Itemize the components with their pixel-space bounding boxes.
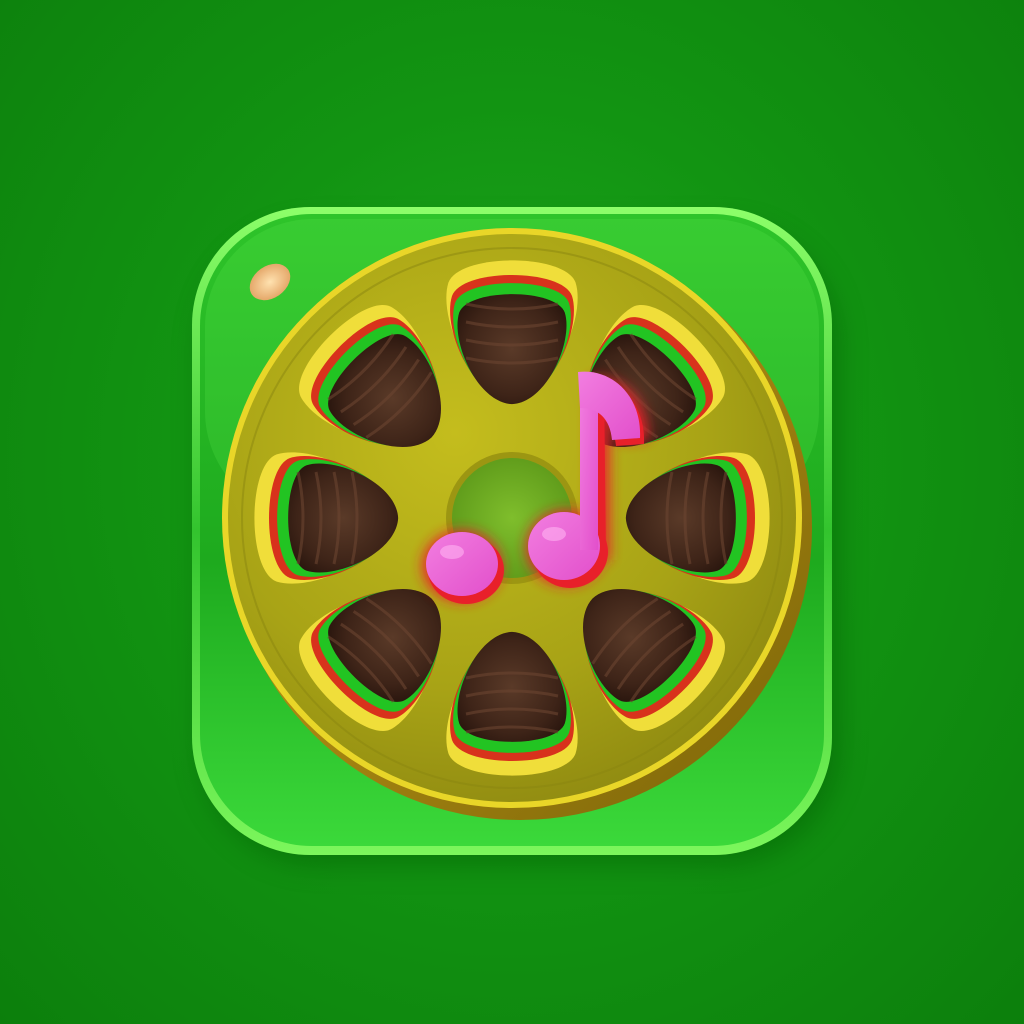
film-reel-music-note-icon — [192, 207, 840, 865]
app-icon[interactable] — [0, 0, 1024, 1024]
